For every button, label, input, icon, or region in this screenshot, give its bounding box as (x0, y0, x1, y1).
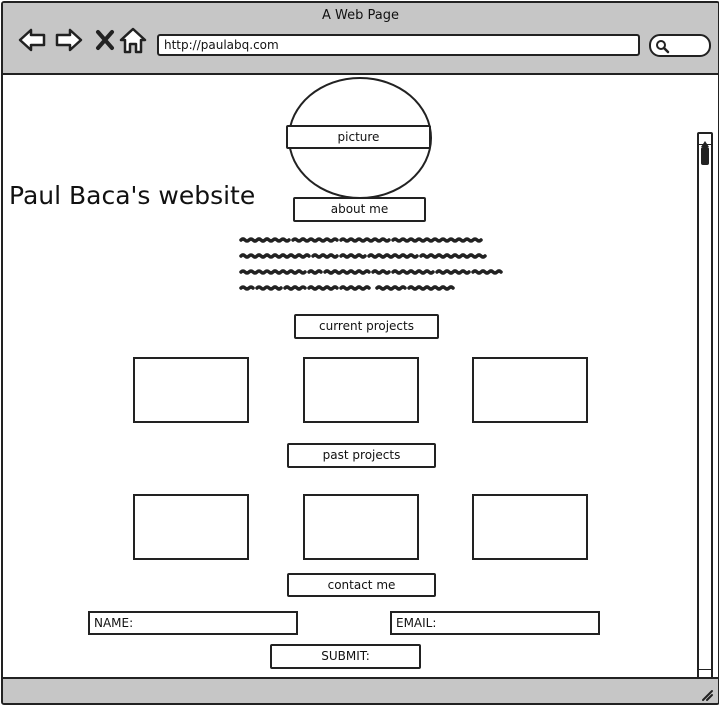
forward-arrow-icon[interactable] (54, 25, 84, 55)
submit-button[interactable]: SUBMIT: (270, 644, 421, 669)
past-project-2-image (303, 494, 419, 560)
past-project-1-image (133, 494, 249, 560)
page-content: picture Paul Baca's website about me cur… (3, 75, 718, 683)
close-x-icon[interactable] (91, 25, 121, 55)
browser-window: A Web Page http://paulabq.com picture Pa… (1, 1, 719, 705)
about-me-button[interactable]: about me (293, 197, 426, 222)
status-bar (3, 677, 718, 703)
title-bar: A Web Page http://paulabq.com (3, 3, 718, 75)
current-project-3-image (472, 357, 588, 423)
about-text-scribble (239, 237, 503, 291)
window-title: A Web Page (322, 8, 399, 23)
resize-grip-icon[interactable] (700, 688, 714, 702)
scroll-thumb[interactable] (701, 147, 709, 165)
site-title: Paul Baca's website (9, 181, 256, 210)
scroll-up-arrow[interactable] (699, 134, 711, 147)
email-field[interactable]: EMAIL: (390, 611, 600, 635)
back-arrow-icon[interactable] (17, 25, 47, 55)
current-projects-button[interactable]: current projects (294, 314, 439, 339)
picture-label: picture (286, 125, 431, 149)
home-icon[interactable] (118, 25, 148, 55)
name-field[interactable]: NAME: (88, 611, 298, 635)
search-icon (656, 40, 670, 54)
url-input[interactable]: http://paulabq.com (157, 34, 640, 56)
search-input[interactable] (649, 34, 711, 57)
contact-me-button[interactable]: contact me (287, 573, 436, 597)
current-project-1-image (133, 357, 249, 423)
past-projects-button[interactable]: past projects (287, 443, 436, 468)
vertical-scrollbar[interactable] (697, 132, 713, 683)
current-project-2-image (303, 357, 419, 423)
past-project-3-image (472, 494, 588, 560)
